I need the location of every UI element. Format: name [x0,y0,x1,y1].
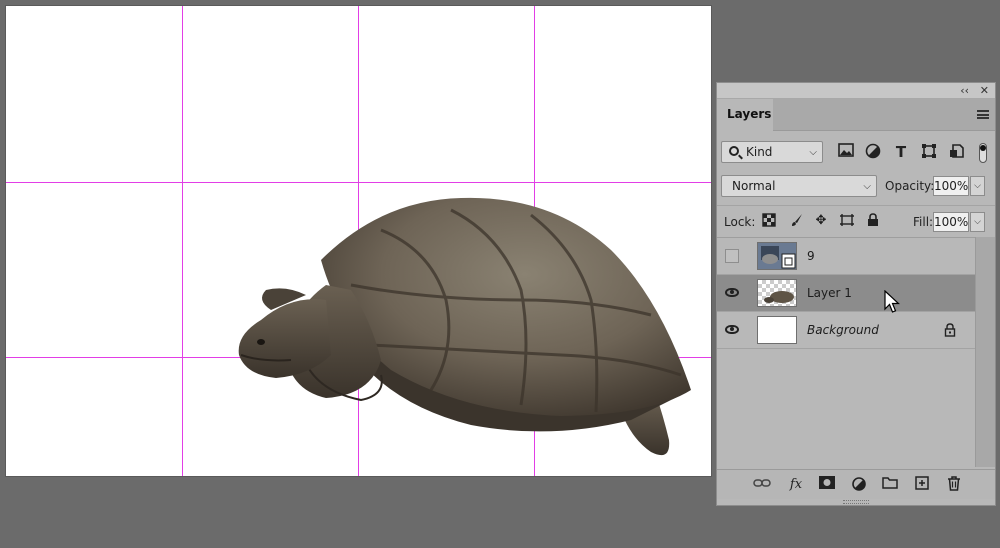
layer-row-layer-1[interactable]: Layer 1 [717,275,975,312]
eye-icon[interactable] [725,323,739,337]
lock-all-icon[interactable] [865,213,881,229]
layer-thumbnail [757,242,797,270]
blend-mode-value: Normal [732,179,776,193]
mouse-cursor-icon [884,290,900,313]
fill-label: Fill: [913,215,934,229]
layer-name[interactable]: Background [807,323,879,337]
guide-vertical-1[interactable] [182,6,183,476]
link-layers-icon[interactable] [753,476,771,494]
visibility-toggle-empty[interactable] [725,249,739,263]
layers-panel: ‹‹ ✕ Layers Kind ⌵ T Normal ⌵ Opacity: 1… [716,82,996,506]
layer-thumbnail [757,316,797,344]
chevron-down-icon: ⌵ [863,181,871,192]
panel-title-bar[interactable]: ‹‹ ✕ [717,83,995,99]
tortoise-image [238,197,691,456]
shape-filter-icon[interactable] [920,143,938,161]
blend-row: Normal ⌵ Opacity: 100% ⌵ [717,171,995,197]
panel-menu-icon[interactable] [977,110,989,119]
adjustment-filter-icon[interactable] [864,143,882,161]
fx-icon[interactable]: fx [787,476,805,494]
layers-scrollbar[interactable] [975,237,995,467]
new-group-icon[interactable] [881,476,899,494]
fill-dropdown-button[interactable]: ⌵ [970,212,985,232]
filter-kind-label: Kind [746,145,773,159]
opacity-label: Opacity: [885,179,935,193]
eye-icon[interactable] [725,286,739,300]
filter-toggle-switch[interactable] [979,143,987,163]
new-layer-icon[interactable] [913,476,931,494]
image-filter-icon[interactable] [837,143,855,161]
opacity-dropdown-button[interactable]: ⌵ [970,176,985,196]
lock-position-icon[interactable]: ✥ [813,213,829,229]
delete-layer-icon[interactable] [945,476,963,494]
panel-bottom-bar: fx [717,469,995,499]
chevron-down-icon: ⌵ [809,147,817,158]
panel-tab-row: Layers [717,99,995,131]
lock-image-pixels-icon[interactable] [789,213,805,229]
document-canvas[interactable] [6,6,711,476]
lock-artboard-icon[interactable] [839,213,855,229]
layer-name[interactable]: 9 [807,249,815,263]
guide-horizontal-1[interactable] [6,182,711,183]
lock-label: Lock: [724,215,756,229]
layer-filter-row: Kind ⌵ T [717,133,995,163]
blend-mode-select[interactable]: Normal ⌵ [721,175,877,197]
layer-row-9[interactable]: 9 [717,238,975,275]
layer-name[interactable]: Layer 1 [807,286,852,300]
search-icon [729,146,739,156]
lock-icon [943,323,957,337]
fill-input[interactable]: 100% [933,212,969,232]
layers-list: 9 Layer 1 Background [717,237,975,467]
layer-row-background[interactable]: Background [717,312,975,349]
smart-object-filter-icon[interactable] [948,143,966,161]
close-panel-icon[interactable]: ✕ [980,84,989,97]
lock-row: Lock: ✥ Fill: 100% ⌵ [717,205,995,232]
add-mask-icon[interactable] [818,476,836,494]
layer-thumbnail [757,279,797,307]
type-filter-icon[interactable]: T [892,143,910,161]
panel-resize-grip[interactable] [843,500,869,504]
opacity-input[interactable]: 100% [933,176,969,196]
collapse-panel-icon[interactable]: ‹‹ [960,84,969,97]
filter-kind-select[interactable]: Kind ⌵ [721,141,823,163]
tab-layers[interactable]: Layers [717,99,773,131]
adjustment-layer-icon[interactable] [850,476,868,494]
lock-transparent-pixels-icon[interactable] [761,213,777,229]
